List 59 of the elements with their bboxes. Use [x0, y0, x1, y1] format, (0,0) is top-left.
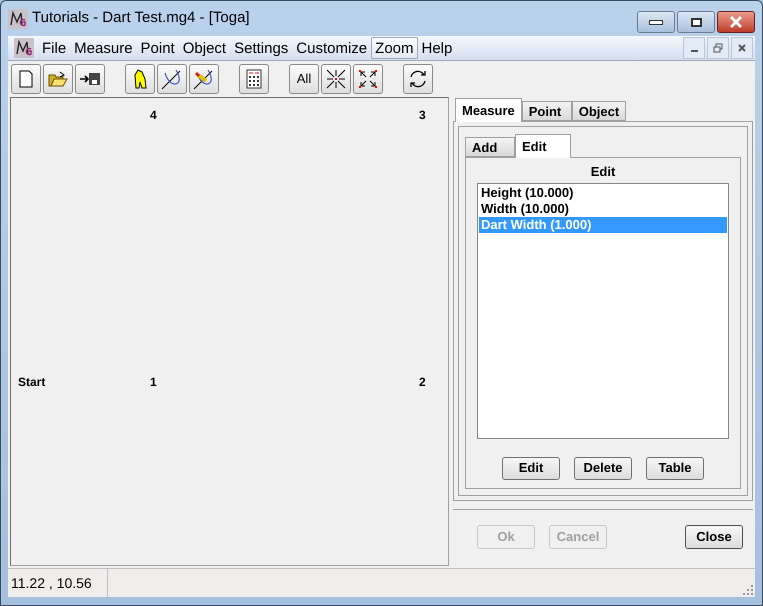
zoom-in-arrows-icon — [326, 69, 346, 89]
calculator-button[interactable] — [239, 64, 269, 94]
menu-item[interactable]: Settings — [230, 37, 292, 59]
app-logo-icon — [8, 8, 28, 28]
restore-icon — [713, 43, 723, 53]
show-all-button[interactable]: All — [289, 64, 319, 94]
menu-item[interactable]: Help — [418, 37, 456, 59]
close-icon — [738, 44, 746, 52]
tab[interactable]: Measure — [455, 98, 522, 122]
garment-shape-icon — [133, 69, 147, 89]
close-icon — [728, 15, 744, 29]
tab[interactable]: Point — [522, 101, 572, 121]
dialog-button[interactable]: Close — [685, 524, 743, 548]
menu-item[interactable]: Object — [178, 37, 230, 59]
document-logo-icon — [14, 38, 34, 58]
list-item[interactable]: Height (10.000) — [479, 184, 727, 200]
new-page-icon — [19, 70, 33, 88]
import-disk-icon — [79, 71, 101, 87]
refresh-icon — [408, 69, 428, 89]
measurement-list[interactable]: Height (10.000) Width (10.000) Dart Width (1.000) — [477, 182, 729, 438]
point-label: 2 — [419, 374, 426, 391]
curve-line-button[interactable] — [157, 64, 187, 94]
menu-item[interactable]: Measure — [70, 37, 137, 59]
new-page-button[interactable] — [11, 64, 41, 94]
zoom-out-arrows-button[interactable] — [353, 64, 383, 94]
status-coordinates: 11.22 , 10.56 — [8, 569, 108, 597]
curve-pencil-button[interactable] — [189, 64, 219, 94]
close-button[interactable] — [717, 11, 755, 33]
minimize-button[interactable] — [637, 11, 675, 33]
calculator-icon — [246, 69, 262, 89]
menu-item[interactable]: Zoom — [371, 37, 418, 59]
point-label: 1 — [150, 374, 157, 391]
open-folder-button[interactable] — [43, 64, 73, 94]
tab[interactable]: Edit — [515, 134, 571, 158]
refresh-button[interactable] — [403, 64, 433, 94]
window-title: Tutorials - Dart Test.mg4 - [Toga] — [32, 8, 250, 28]
garment-shape-button[interactable] — [125, 64, 155, 94]
zoom-out-arrows-icon — [358, 69, 378, 89]
restore-button[interactable] — [707, 37, 729, 59]
panel-button[interactable]: Delete — [574, 456, 632, 480]
resize-grip-icon[interactable] — [743, 585, 753, 595]
list-item[interactable]: Width (10.000) — [479, 200, 727, 216]
maximize-button[interactable] — [677, 11, 715, 33]
menu-item[interactable]: Customize — [292, 37, 372, 59]
point-label: Start — [18, 374, 46, 391]
import-disk-button[interactable] — [75, 64, 105, 94]
menu-item[interactable]: File — [38, 37, 70, 59]
menu-item[interactable]: Point — [136, 37, 179, 59]
drawing-canvas[interactable]: 4 3 Start 1 2 — [10, 97, 449, 566]
minimize-button[interactable] — [683, 37, 705, 59]
open-folder-icon — [48, 71, 68, 87]
panel-button[interactable]: Table — [646, 456, 704, 480]
point-label: 4 — [150, 107, 157, 124]
list-heading: Edit — [590, 163, 616, 181]
point-label: 3 — [419, 107, 426, 124]
tab[interactable]: Object — [572, 101, 626, 121]
panel-button[interactable]: Edit — [502, 456, 560, 480]
zoom-in-arrows-button[interactable] — [321, 64, 351, 94]
tab[interactable]: Add — [465, 137, 515, 157]
